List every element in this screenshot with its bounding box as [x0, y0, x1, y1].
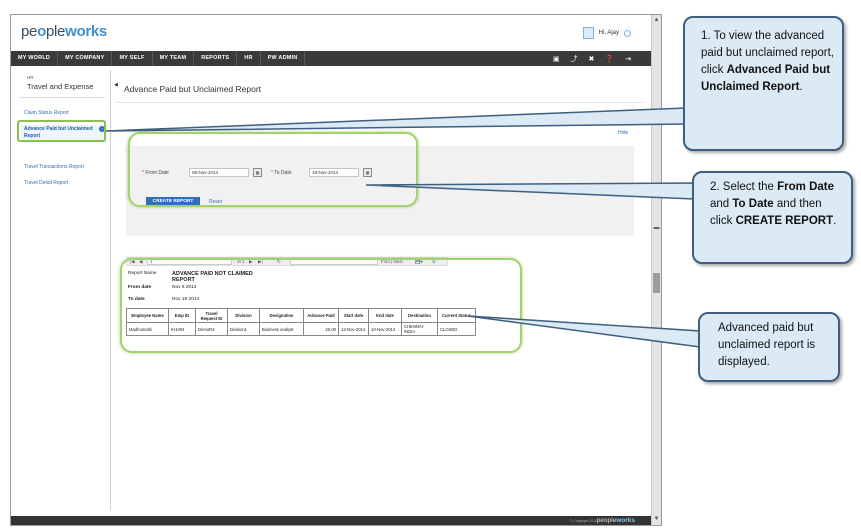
- nav-pw-admin[interactable]: PW ADMIN: [261, 51, 306, 66]
- main-nav: MY WORLD MY COMPANY MY SELF MY TEAM REPO…: [11, 51, 653, 66]
- user-greeting: Hi, Ajay: [598, 30, 619, 36]
- app-logo[interactable]: peopleworks: [21, 23, 107, 40]
- nav-my-team[interactable]: MY TEAM: [153, 51, 195, 66]
- module-category: HR: [27, 75, 34, 80]
- nav-reports[interactable]: REPORTS: [194, 51, 238, 66]
- callout-step-3: Advanced paid but unclaimed report is di…: [698, 312, 840, 382]
- sidebar-item-claim-status[interactable]: Claim Status Report: [24, 110, 69, 116]
- sidebar-item-travel-detail[interactable]: Travel Detail Report: [24, 180, 68, 186]
- nav-my-company[interactable]: MY COMPANY: [58, 51, 113, 66]
- nav-my-self[interactable]: MY SELF: [112, 51, 153, 66]
- highlight-filter-area: [128, 132, 418, 207]
- tools-icon[interactable]: ✖: [589, 55, 595, 63]
- callout-step-2: 2. Select the From Date and To Date and …: [692, 171, 853, 264]
- scroll-up-icon[interactable]: ▲: [652, 16, 661, 25]
- title-divider: [116, 102, 643, 103]
- scroll-marker-icon: ▬: [653, 225, 660, 231]
- avatar[interactable]: [582, 27, 594, 39]
- page-scrollbar[interactable]: ▲ ▬ ▼: [651, 15, 661, 525]
- module-title: Travel and Expense: [27, 82, 94, 91]
- callout-step-1-text: 1. To view the advanced paid but unclaim…: [701, 30, 834, 93]
- pin-icon[interactable]: ⤴: [571, 54, 578, 64]
- scroll-down-icon[interactable]: ▼: [652, 515, 661, 524]
- app-footer: © Copyright 2014 peopleworks: [11, 516, 653, 525]
- callout-step-3-text: Advanced paid but unclaimed report is di…: [718, 322, 816, 368]
- highlight-report-area: [120, 258, 522, 353]
- nav-hr[interactable]: HR: [237, 51, 261, 66]
- logout-icon[interactable]: ⇥: [625, 55, 631, 63]
- sidebar-divider: [19, 97, 105, 98]
- user-menu[interactable]: Hi, Ajay: [582, 27, 631, 39]
- footer-copyright: © Copyright 2014: [569, 519, 597, 523]
- hide-filters-link[interactable]: Hide: [618, 130, 628, 136]
- callout-step-1: 1. To view the advanced paid but unclaim…: [683, 16, 844, 151]
- scroll-thumb[interactable]: [653, 273, 660, 293]
- footer-logo: peopleworks: [596, 517, 635, 524]
- help-icon[interactable]: ❓: [605, 55, 614, 63]
- app-header: peopleworks Hi, Ajay: [11, 15, 653, 51]
- tutorial-slide: peopleworks Hi, Ajay MY WORLD MY COMPANY…: [0, 0, 861, 530]
- nav-my-world[interactable]: MY WORLD: [11, 51, 59, 66]
- user-settings-icon[interactable]: [624, 29, 631, 37]
- book-icon[interactable]: ▣: [553, 55, 560, 63]
- sidebar-item-travel-transactions[interactable]: Travel Transactions Report: [24, 164, 84, 170]
- page-title: Advance Paid but Unclaimed Report: [124, 84, 262, 94]
- callout-step-2-text: 2. Select the From Date and To Date and …: [710, 181, 837, 227]
- nav-icon-group: ▣ ⤴ ✖ ❓ ⇥: [553, 51, 631, 66]
- highlight-sidebar-item: [17, 120, 106, 142]
